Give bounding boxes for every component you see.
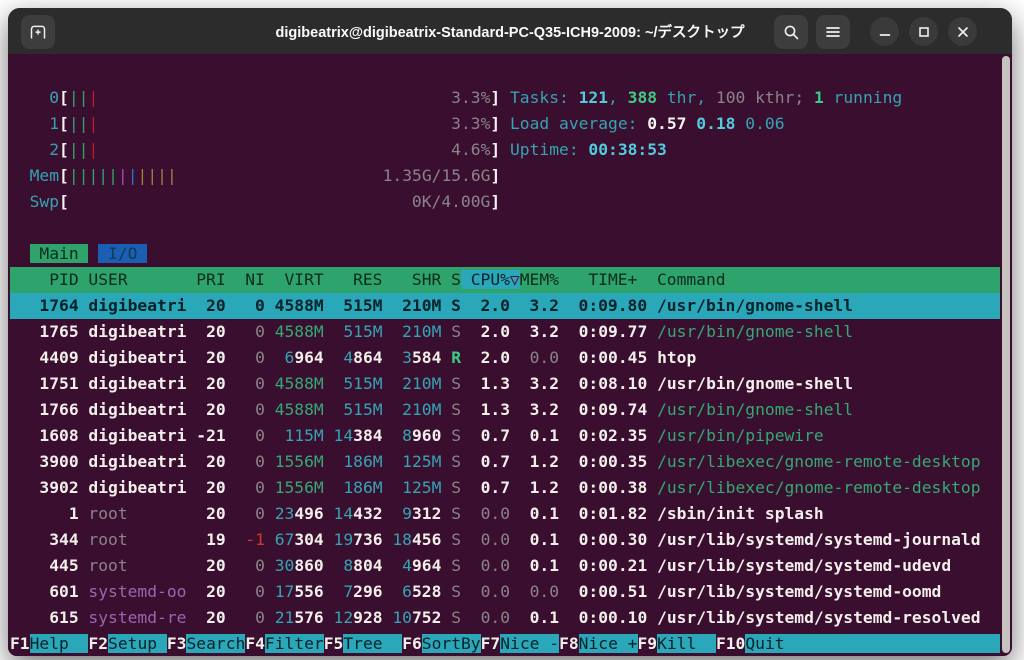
key-f8[interactable]: F8 <box>559 634 579 653</box>
fkey-setup[interactable]: Setup <box>108 634 167 653</box>
key-f2[interactable]: F2 <box>88 634 108 653</box>
fkey-kill[interactable]: Kill <box>657 634 716 653</box>
sort-column-header[interactable]: CPU% <box>461 270 510 289</box>
process-row-3900[interactable]: 3900 digibeatri 20 0 1556M 186M 125M S 0… <box>10 449 1000 475</box>
fkey-nice-plus[interactable]: Nice + <box>579 634 638 653</box>
terminal[interactable]: 0[||| 3.3%] Tasks: 121, 388 thr, 100 kth… <box>8 54 1012 656</box>
new-tab-button[interactable] <box>21 15 55 49</box>
process-row-1751[interactable]: 1751 digibeatri 20 0 4588M 515M 210M S 1… <box>10 371 1000 397</box>
terminal-window: digibeatrix@digibeatrix-Standard-PC-Q35-… <box>8 8 1012 656</box>
cpu-meter-1: 1[||| 3.3%] Load average: 0.57 0.18 0.06 <box>10 111 1000 137</box>
process-row-1765[interactable]: 1765 digibeatri 20 0 4588M 515M 210M S 2… <box>10 319 1000 345</box>
function-key-bar[interactable]: F1Help F2Setup F3SearchF4FilterF5Tree F6… <box>10 631 1000 656</box>
spacer-line <box>10 215 1000 241</box>
key-f4[interactable]: F4 <box>245 634 265 653</box>
process-row-4409[interactable]: 4409 digibeatri 20 0 6964 4864 3584 R 2.… <box>10 345 1000 371</box>
terminal-scrollbar[interactable] <box>1002 56 1010 653</box>
maximize-button[interactable] <box>909 17 938 46</box>
process-row-1766[interactable]: 1766 digibeatri 20 0 4588M 515M 210M S 1… <box>10 397 1000 423</box>
fkey-search[interactable]: Search <box>186 634 245 653</box>
key-f6[interactable]: F6 <box>402 634 422 653</box>
process-row-615[interactable]: 615 systemd-re 20 0 21576 12928 10752 S … <box>10 605 1000 631</box>
process-row-601[interactable]: 601 systemd-oo 20 0 17556 7296 6528 S 0.… <box>10 579 1000 605</box>
key-f10[interactable]: F10 <box>716 634 745 653</box>
tab-io[interactable]: I/O <box>98 244 147 263</box>
search-button[interactable] <box>774 15 808 49</box>
key-f3[interactable]: F3 <box>167 634 187 653</box>
key-f7[interactable]: F7 <box>481 634 501 653</box>
sort-arrow-icon: ▽ <box>510 270 520 289</box>
cpu-meter-2: 2[||| 4.6%] Uptime: 00:38:53 <box>10 137 1000 163</box>
fkey-tree[interactable]: Tree <box>343 634 402 653</box>
close-button[interactable] <box>948 17 977 46</box>
titlebar[interactable]: digibeatrix@digibeatrix-Standard-PC-Q35-… <box>8 8 1012 54</box>
hamburger-icon <box>826 26 840 38</box>
fkey-help[interactable]: Help <box>30 634 89 653</box>
terminal-screen: 0[||| 3.3%] Tasks: 121, 388 thr, 100 kth… <box>8 54 1000 656</box>
fkey-quit[interactable]: Quit <box>745 634 1000 653</box>
minimize-icon <box>879 26 891 38</box>
search-icon <box>783 24 800 41</box>
close-icon <box>957 26 969 38</box>
fkey-sortby[interactable]: SortBy <box>422 634 481 653</box>
key-f9[interactable]: F9 <box>638 634 658 653</box>
maximize-icon <box>918 26 930 38</box>
minimize-button[interactable] <box>870 17 899 46</box>
memory-meter: Mem[||||||||||| 1.35G/15.6G] <box>10 163 1000 189</box>
process-row-1608[interactable]: 1608 digibeatri -21 0 115M 14384 8960 S … <box>10 423 1000 449</box>
cpu-meter-0: 0[||| 3.3%] Tasks: 121, 388 thr, 100 kth… <box>10 85 1000 111</box>
process-row-445[interactable]: 445 root 20 0 30860 8804 4964 S 0.0 0.1 … <box>10 553 1000 579</box>
fkey-nice-minus[interactable]: Nice - <box>500 634 559 653</box>
key-f1[interactable]: F1 <box>10 634 30 653</box>
menu-button[interactable] <box>816 15 850 49</box>
swap-meter: Swp[ 0K/4.00G] <box>10 189 1000 215</box>
tab-bar: Main I/O <box>10 241 1000 267</box>
tab-main[interactable]: Main <box>30 244 89 263</box>
process-row-1764[interactable]: 1764 digibeatri 20 0 4588M 515M 210M S 2… <box>10 293 1000 319</box>
new-tab-icon <box>29 24 47 40</box>
process-row-344[interactable]: 344 root 19 -1 67304 19736 18456 S 0.0 0… <box>10 527 1000 553</box>
process-row-3902[interactable]: 3902 digibeatri 20 0 1556M 186M 125M S 0… <box>10 475 1000 501</box>
process-row-1[interactable]: 1 root 20 0 23496 14432 9312 S 0.0 0.1 0… <box>10 501 1000 527</box>
fkey-filter[interactable]: Filter <box>265 634 324 653</box>
window-title: digibeatrix@digibeatrix-Standard-PC-Q35-… <box>276 21 745 42</box>
table-header[interactable]: PID USER PRI NI VIRT RES SHR S CPU%▽MEM%… <box>10 267 1000 293</box>
key-f5[interactable]: F5 <box>324 634 344 653</box>
